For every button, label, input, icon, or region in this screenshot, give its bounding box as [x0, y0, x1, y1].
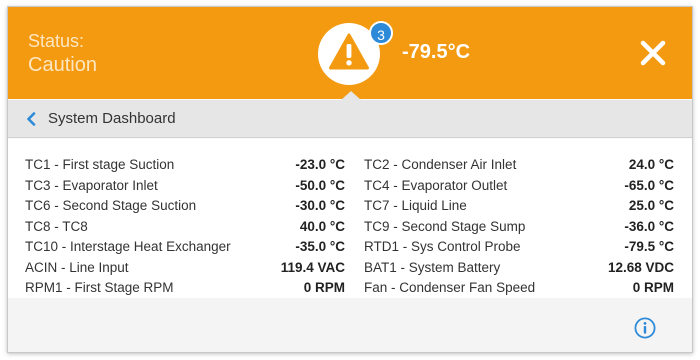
- reading-row: RPM1 - First Stage RPM 0 RPM: [25, 278, 345, 299]
- alert-temperature: -79.5°C: [402, 41, 471, 63]
- status-header: Status: Caution 3 -79.5°C: [8, 7, 692, 99]
- reading-name: RTD1 - Sys Control Probe: [364, 239, 521, 254]
- reading-row: TC8 - TC8 40.0 °C: [25, 217, 345, 238]
- reading-value: 119.4 VAC: [280, 259, 345, 275]
- status-value: Caution: [28, 54, 97, 76]
- reading-name: TC2 - Condenser Air Inlet: [364, 157, 517, 172]
- reading-value: 0 RPM: [303, 280, 345, 295]
- close-button[interactable]: [638, 38, 668, 68]
- reading-name: TC6 - Second Stage Suction: [25, 198, 197, 213]
- nav-title[interactable]: System Dashboard: [48, 110, 176, 128]
- close-icon: [640, 40, 666, 66]
- reading-name: ACIN - Line Input: [25, 259, 129, 275]
- dashboard-panel: Status: Caution 3 -79.5°C System Dashboa…: [7, 6, 693, 353]
- reading-value: 12.68 VDC: [607, 259, 674, 275]
- reading-name: TC1 - First stage Suction: [25, 157, 175, 172]
- reading-row: ACIN - Line Input 119.4 VAC: [25, 258, 345, 279]
- status-label: Status:: [28, 31, 85, 51]
- reading-name: TC10 - Interstage Heat Exchanger: [25, 239, 231, 254]
- reading-name: Fan - Condenser Fan Speed: [364, 280, 536, 295]
- reading-row: RTD1 - Sys Control Probe -79.5 °C: [364, 237, 674, 258]
- reading-value: 24.0 °C: [628, 157, 674, 172]
- reading-row: TC1 - First stage Suction -23.0 °C: [25, 155, 345, 176]
- reading-name: TC8 - TC8: [25, 218, 88, 234]
- warning-triangle-icon: [329, 33, 369, 70]
- readings-column-right: TC2 - Condenser Air Inlet 24.0 °C TC4 - E…: [364, 155, 674, 299]
- reading-row: TC7 - Liquid Line 25.0 °C: [364, 196, 674, 217]
- reading-value: -65.0 °C: [624, 177, 674, 193]
- reading-value: 0 RPM: [632, 280, 674, 295]
- reading-row: Fan - Condenser Fan Speed 0 RPM: [364, 278, 674, 299]
- reading-value: 40.0 °C: [299, 218, 345, 234]
- alert-count-badge: 3: [369, 21, 393, 45]
- chevron-left-icon[interactable]: [26, 112, 36, 126]
- reading-value: -23.0 °C: [295, 157, 345, 172]
- reading-name: TC9 - Second Stage Sump: [364, 218, 526, 234]
- reading-row: TC6 - Second Stage Suction -30.0 °C: [25, 196, 345, 217]
- reading-row: BAT1 - System Battery 12.68 VDC: [364, 258, 674, 279]
- reading-row: TC2 - Condenser Air Inlet 24.0 °C: [364, 155, 674, 176]
- reading-value: -36.0 °C: [624, 218, 674, 234]
- readings-column-left: TC1 - First stage Suction -23.0 °C TC3 - …: [25, 155, 345, 299]
- reading-row: TC4 - Evaporator Outlet -65.0 °C: [364, 176, 674, 197]
- reading-name: TC4 - Evaporator Outlet: [364, 177, 508, 193]
- reading-name: TC7 - Liquid Line: [364, 198, 467, 213]
- reading-value: -35.0 °C: [295, 239, 345, 254]
- reading-name: RPM1 - First Stage RPM: [25, 280, 174, 295]
- footer-bar: [8, 298, 692, 352]
- reading-value: -50.0 °C: [295, 177, 345, 193]
- back-nav[interactable]: System Dashboard: [8, 100, 692, 138]
- info-icon[interactable]: [634, 317, 656, 339]
- reading-value: 25.0 °C: [628, 198, 674, 213]
- reading-row: TC3 - Evaporator Inlet -50.0 °C: [25, 176, 345, 197]
- reading-value: -79.5 °C: [624, 239, 674, 254]
- reading-name: TC3 - Evaporator Inlet: [25, 177, 158, 193]
- header-pointer: [341, 91, 361, 100]
- reading-row: TC10 - Interstage Heat Exchanger -35.0 °C: [25, 237, 345, 258]
- reading-row: TC9 - Second Stage Sump -36.0 °C: [364, 217, 674, 238]
- reading-name: BAT1 - System Battery: [364, 259, 501, 275]
- reading-value: -30.0 °C: [295, 198, 345, 213]
